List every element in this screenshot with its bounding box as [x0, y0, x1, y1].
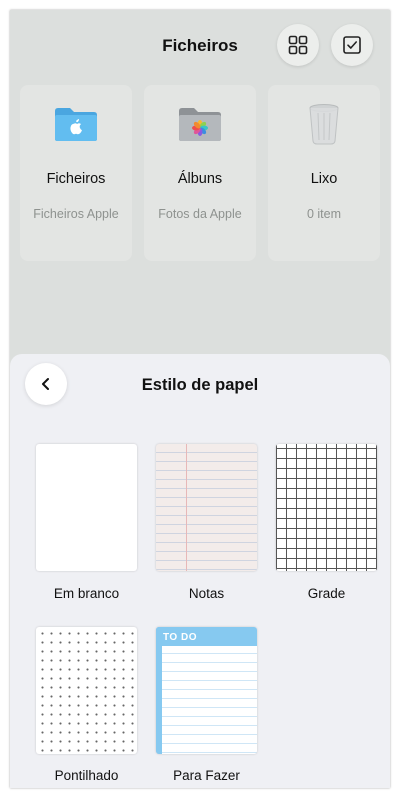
folder-subtitle: 0 item — [306, 207, 342, 221]
folder-icon — [55, 108, 97, 141]
paper-label: Grade — [307, 586, 346, 601]
paper-blank[interactable] — [36, 444, 137, 571]
paper-label: Pontilhado — [54, 768, 119, 783]
paper-dotted[interactable] — [36, 627, 137, 754]
folder-name: Álbuns — [177, 171, 223, 187]
checkbox-icon — [343, 36, 361, 54]
todo-header: TO DO — [156, 627, 257, 646]
paper-label: Notas — [188, 586, 225, 601]
app-screen: Ficheiros Ficheiros Ficheiros Apple Álbu… — [10, 10, 390, 788]
select-button[interactable] — [331, 24, 373, 66]
paper-grid[interactable] — [276, 444, 377, 571]
paper-notes[interactable] — [156, 444, 257, 571]
folder-subtitle: Fotos da Apple — [158, 207, 242, 221]
sheet-title: Estilo de papel — [141, 376, 259, 394]
trash-icon — [309, 104, 339, 145]
photos-folder-icon — [179, 108, 221, 141]
grid-view-button[interactable] — [277, 24, 319, 66]
paper-style-sheet: Estilo de papel Em branco Notas Grade Po… — [10, 354, 390, 788]
folder-card-albuns[interactable]: Álbuns Fotos da Apple — [144, 85, 256, 261]
paper-label: Em branco — [53, 586, 120, 601]
paper-label: Para Fazer — [173, 768, 240, 783]
folder-name: Ficheiros — [46, 171, 106, 187]
folder-card-ficheiros[interactable]: Ficheiros Ficheiros Apple — [20, 85, 132, 261]
folder-name: Lixo — [310, 171, 338, 187]
folder-subtitle: Ficheiros Apple — [33, 207, 119, 221]
grid-icon — [288, 35, 308, 55]
paper-todo[interactable]: TO DO — [156, 627, 257, 754]
folder-card-lixo[interactable]: Lixo 0 item — [268, 85, 380, 261]
